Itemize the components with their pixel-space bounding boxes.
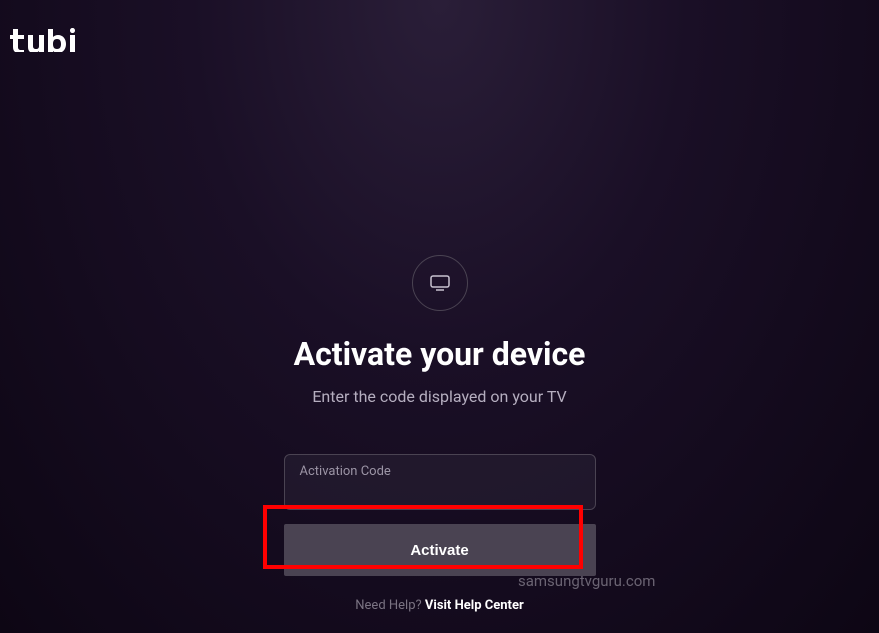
- help-section: Need Help? Visit Help Center: [355, 598, 523, 613]
- page-title: Activate your device: [294, 335, 586, 373]
- tv-icon-circle: [412, 255, 468, 311]
- page-subtitle: Enter the code displayed on your TV: [312, 387, 566, 406]
- help-center-link[interactable]: Visit Help Center: [425, 598, 524, 613]
- code-input-wrapper: Activation Code: [284, 454, 596, 510]
- tv-icon: [430, 275, 450, 291]
- help-prompt: Need Help?: [355, 598, 425, 613]
- tubi-logo-icon: [10, 28, 78, 52]
- activation-code-input[interactable]: [284, 454, 596, 510]
- activation-panel: Activate your device Enter the code disp…: [284, 255, 596, 576]
- activate-button[interactable]: Activate: [284, 524, 596, 576]
- brand-logo[interactable]: [10, 22, 78, 60]
